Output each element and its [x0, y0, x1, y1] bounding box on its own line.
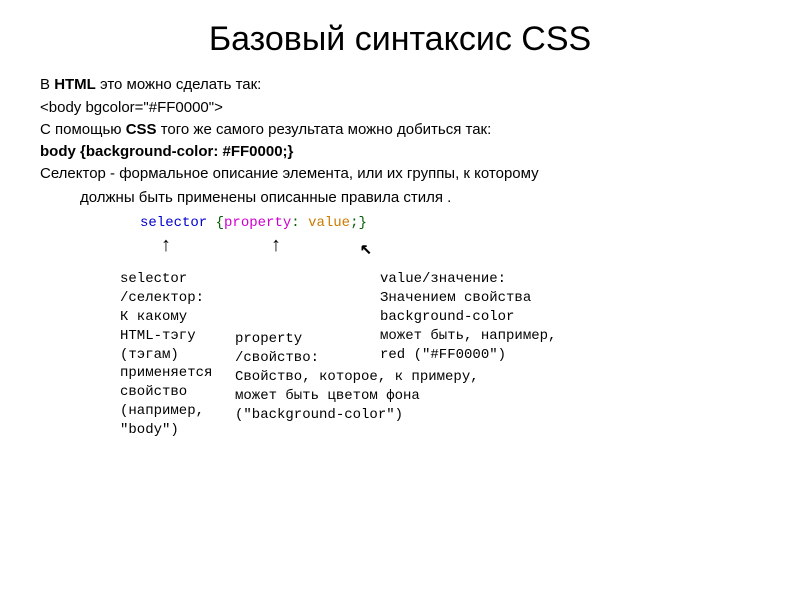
annotation-value: value/значение: Значением свойства backg…	[380, 270, 556, 364]
css-code-example: body {background-color: #FF0000;}	[40, 143, 760, 160]
annotation-selector: selector /селектор: К какому HTML-тэгу (…	[120, 270, 212, 440]
page-title: Базовый синтаксис CSS	[40, 20, 760, 59]
selector-definition-2: должны быть применены описанные правила …	[80, 188, 760, 208]
arrow-up-icon: ↑	[160, 235, 172, 258]
text: это можно сделать так:	[96, 76, 262, 93]
arrow-up-icon: ↖	[360, 235, 372, 261]
syntax-diagram: selector {property: value;} ↑ ↑ ↖ select…	[140, 215, 760, 495]
intro-html: В HTML это можно сделать так:	[40, 75, 760, 95]
text: В	[40, 76, 54, 93]
syntax-end: ;}	[350, 215, 367, 231]
syntax-value: value	[308, 215, 350, 231]
text-bold: HTML	[54, 76, 96, 93]
text: С помощью	[40, 121, 126, 138]
selector-definition-1: Селектор - формальное описание элемента,…	[40, 164, 760, 184]
syntax-property: property	[224, 215, 291, 231]
syntax-lbrace: {	[207, 215, 224, 231]
text-bold: CSS	[126, 121, 157, 138]
html-code-example: <body bgcolor="#FF0000">	[40, 99, 760, 116]
syntax-line: selector {property: value;}	[140, 215, 367, 231]
intro-css: С помощью CSS того же самого результата …	[40, 120, 760, 140]
arrow-up-icon: ↑	[270, 235, 282, 258]
syntax-selector: selector	[140, 215, 207, 231]
text: того же самого результата можно добиться…	[157, 121, 492, 138]
syntax-colon: :	[291, 215, 308, 231]
